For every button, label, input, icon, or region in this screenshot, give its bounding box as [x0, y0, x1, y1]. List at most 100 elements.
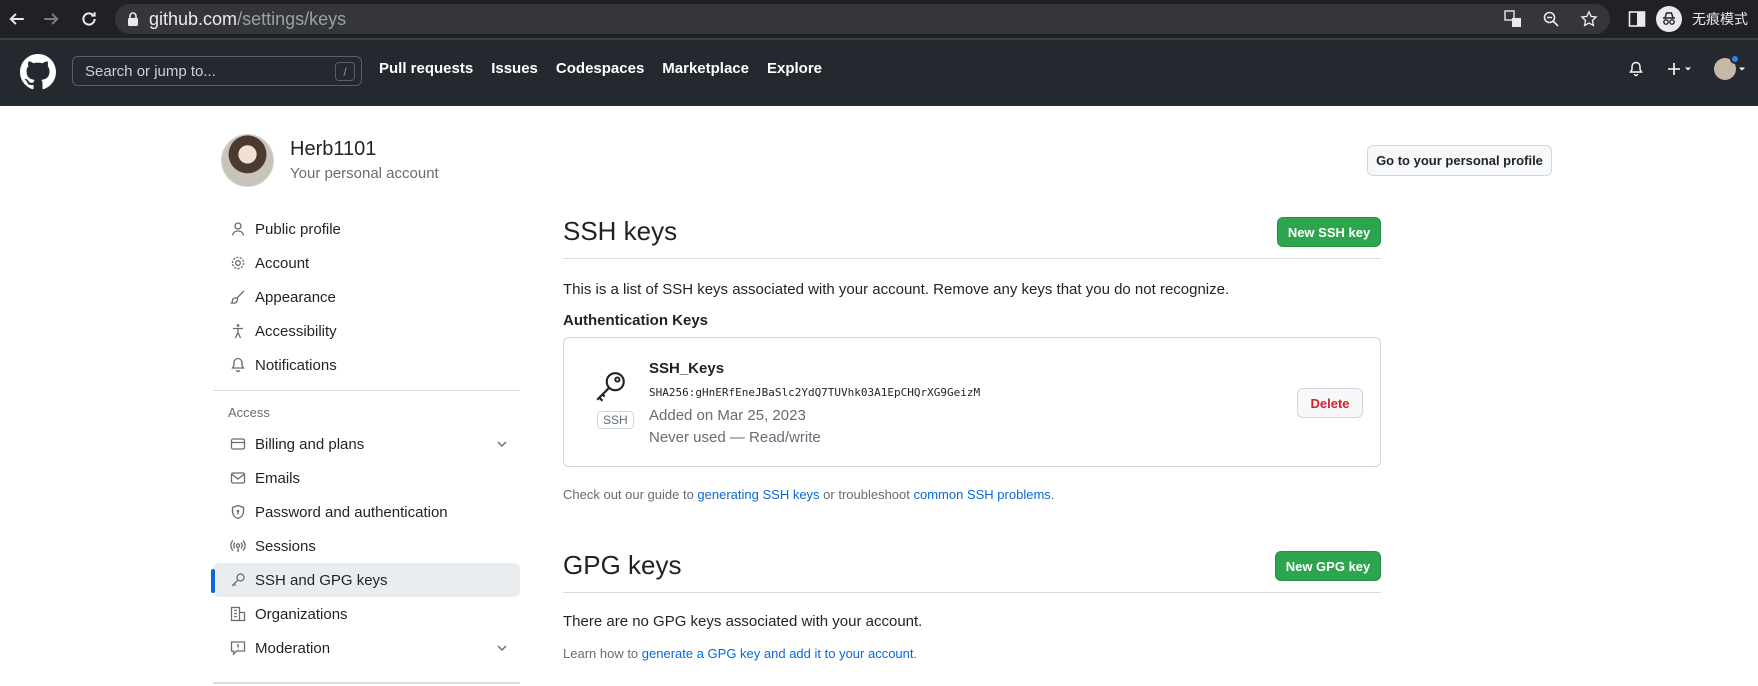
- nav-codespaces[interactable]: Codespaces: [556, 60, 644, 77]
- guide-middle-text: or troubleshoot: [819, 487, 914, 502]
- chevron-down-icon[interactable]: [494, 640, 510, 656]
- plus-icon[interactable]: [1666, 61, 1692, 77]
- mail-icon: [229, 469, 247, 487]
- go-to-profile-button[interactable]: Go to your personal profile: [1367, 145, 1552, 176]
- gpg-empty-text: There are no GPG keys associated with yo…: [563, 613, 923, 630]
- sidebar-item-moderation[interactable]: Moderation: [213, 631, 520, 665]
- gpg-keys-title: GPG keys: [563, 550, 682, 580]
- nav-pull-requests[interactable]: Pull requests: [379, 60, 473, 77]
- back-icon[interactable]: [0, 2, 34, 36]
- search-placeholder: Search or jump to...: [85, 62, 216, 80]
- forward-icon[interactable]: [34, 2, 68, 36]
- avatar-icon[interactable]: [1714, 54, 1746, 80]
- header-nav: Pull requests Issues Codespaces Marketpl…: [379, 60, 822, 77]
- key-icon: [594, 370, 628, 404]
- sidebar-item-password[interactable]: Password and authentication: [213, 495, 520, 529]
- sidebar-item-billing[interactable]: Billing and plans: [213, 427, 520, 461]
- accessibility-icon: [229, 322, 247, 340]
- sidebar-item-label: Emails: [255, 469, 301, 487]
- sidebar-item-appearance[interactable]: Appearance: [213, 280, 520, 314]
- nav-explore[interactable]: Explore: [767, 60, 822, 77]
- gear-icon: [229, 254, 247, 272]
- learn-suffix-text: .: [913, 646, 918, 661]
- bell-icon: [229, 356, 247, 374]
- sidebar-item-label: Sessions: [255, 537, 316, 555]
- url-text: github.com/settings/keys: [149, 8, 347, 29]
- section-divider: [563, 258, 1381, 259]
- address-bar[interactable]: github.com/settings/keys: [115, 4, 1610, 34]
- organization-icon: [229, 605, 247, 623]
- profile-name: Herb1101: [290, 138, 377, 160]
- delete-key-button[interactable]: Delete: [1297, 388, 1363, 418]
- new-gpg-key-button[interactable]: New GPG key: [1275, 551, 1381, 581]
- incognito-label: 无痕模式: [1692, 12, 1748, 28]
- browser-toolbar: github.com/settings/keys 无痕模式: [0, 0, 1758, 38]
- key-icon: [229, 571, 247, 589]
- credit-card-icon: [229, 435, 247, 453]
- github-logo-icon[interactable]: [20, 54, 56, 90]
- settings-sidebar: Public profile Account Appearance Access…: [211, 212, 520, 665]
- profile-subtitle: Your personal account: [290, 165, 439, 182]
- sidebar-item-label: SSH and GPG keys: [255, 571, 388, 589]
- sidebar-item-label: Billing and plans: [255, 435, 365, 453]
- translate-icon[interactable]: [1500, 6, 1526, 32]
- learn-prefix-text: Learn how to: [563, 646, 642, 661]
- common-ssh-problems-link[interactable]: common SSH problems: [914, 487, 1051, 502]
- ssh-keys-title: SSH keys: [563, 216, 678, 246]
- lock-icon: [127, 12, 139, 26]
- search-input[interactable]: Search or jump to... /: [72, 56, 362, 86]
- key-name: SSH_Keys: [649, 360, 725, 377]
- authentication-keys-heading: Authentication Keys: [563, 312, 709, 329]
- sidebar-divider: [213, 390, 520, 391]
- ssh-guide-note: Check out our guide to generating SSH ke…: [563, 487, 1054, 502]
- chevron-down-icon[interactable]: [494, 436, 510, 452]
- sidebar-item-label: Organizations: [255, 605, 348, 623]
- report-icon: [229, 639, 247, 657]
- sidebar-item-organizations[interactable]: Organizations: [213, 597, 520, 631]
- ssh-key-card: SSH SSH_Keys SHA256:gHnERfEneJBaSlc2YdQ7…: [563, 337, 1381, 467]
- person-icon: [229, 220, 247, 238]
- sidebar-item-emails[interactable]: Emails: [213, 461, 520, 495]
- guide-suffix-text: .: [1050, 487, 1055, 502]
- section-divider: [563, 592, 1381, 593]
- github-header: Search or jump to... / Pull requests Iss…: [0, 38, 1758, 106]
- avatar[interactable]: [221, 134, 274, 187]
- ssh-description: This is a list of SSH keys associated wi…: [563, 281, 1230, 298]
- nav-marketplace[interactable]: Marketplace: [662, 60, 749, 77]
- generate-gpg-key-link[interactable]: generate a GPG key and add it to your ac…: [642, 646, 914, 661]
- paintbrush-icon: [229, 288, 247, 306]
- sidebar-item-notifications[interactable]: Notifications: [213, 348, 520, 382]
- sidebar-item-accessibility[interactable]: Accessibility: [213, 314, 520, 348]
- sidebar-item-label: Accessibility: [255, 322, 337, 340]
- star-icon[interactable]: [1576, 6, 1602, 32]
- bell-icon[interactable]: [1628, 60, 1644, 78]
- sidebar-item-label: Moderation: [255, 639, 331, 657]
- search-shortcut-key: /: [335, 62, 355, 81]
- broadcast-icon: [229, 537, 247, 555]
- sidebar-item-label: Account: [255, 254, 310, 272]
- sidebar-item-ssh-gpg-keys[interactable]: SSH and GPG keys: [211, 563, 520, 597]
- new-ssh-key-button[interactable]: New SSH key: [1277, 217, 1381, 247]
- reload-icon[interactable]: [72, 2, 106, 36]
- key-fingerprint: SHA256:gHnERfEneJBaSlc2YdQ7TUVhk03A1EpCH…: [649, 386, 981, 399]
- key-usage: Never used — Read/write: [649, 429, 821, 446]
- key-added-date: Added on Mar 25, 2023: [649, 407, 806, 424]
- ssh-badge: SSH: [597, 411, 634, 429]
- incognito-icon[interactable]: [1656, 6, 1682, 32]
- sidebar-item-account[interactable]: Account: [213, 246, 520, 280]
- sidebar-item-label: Password and authentication: [255, 503, 448, 521]
- side-panel-icon[interactable]: [1628, 10, 1646, 28]
- sidebar-item-label: Public profile: [255, 220, 341, 238]
- nav-issues[interactable]: Issues: [491, 60, 538, 77]
- guide-prefix-text: Check out our guide to: [563, 487, 698, 502]
- sidebar-item-label: Appearance: [255, 288, 336, 306]
- shield-icon: [229, 503, 247, 521]
- sidebar-heading-access: Access: [228, 404, 270, 420]
- zoom-icon[interactable]: [1538, 6, 1564, 32]
- sidebar-item-sessions[interactable]: Sessions: [213, 529, 520, 563]
- gpg-learn-note: Learn how to generate a GPG key and add …: [563, 646, 917, 661]
- sidebar-item-public-profile[interactable]: Public profile: [213, 212, 520, 246]
- sidebar-item-label: Notifications: [255, 356, 337, 374]
- sidebar-divider: [213, 682, 520, 684]
- generating-ssh-keys-link[interactable]: generating SSH keys: [697, 487, 819, 502]
